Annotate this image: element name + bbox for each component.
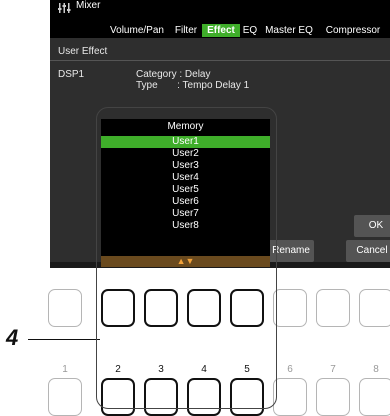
step-callout-line — [28, 339, 100, 340]
ok-button[interactable]: OK — [354, 215, 390, 237]
memory-item-user7[interactable]: User7 — [101, 208, 270, 220]
dsp-label: DSP1 — [58, 69, 85, 80]
button-number-7: 7 — [330, 364, 336, 375]
panel-button-1-lower[interactable] — [48, 378, 82, 416]
app-title: Mixer — [76, 0, 101, 11]
cancel-button[interactable]: Cancel — [346, 240, 390, 262]
panel-button-6-lower[interactable] — [273, 378, 307, 416]
memory-item-user6[interactable]: User6 — [101, 196, 270, 208]
dsp-category: Category : Delay — [136, 69, 211, 80]
divider — [50, 60, 390, 61]
memory-item-user8[interactable]: User8 — [101, 220, 270, 232]
memory-title: Memory — [167, 121, 204, 132]
memory-item-user4[interactable]: User4 — [101, 172, 270, 184]
memory-item-user5[interactable]: User5 — [101, 184, 270, 196]
memory-item-user3[interactable]: User3 — [101, 160, 270, 172]
memory-popup: Memory User1 User2 User3 User4 User5 Use… — [101, 119, 270, 267]
button-number-1: 1 — [62, 364, 68, 375]
dsp-type: Type : Tempo Delay 1 — [136, 80, 250, 91]
scroll-arrows-icon[interactable]: ▲▼ — [101, 256, 270, 267]
panel-button-8-upper[interactable] — [359, 289, 390, 327]
panel-button-7-upper[interactable] — [316, 289, 350, 327]
tab-compressor[interactable]: Compressor — [322, 24, 384, 37]
memory-item-user2[interactable]: User2 — [101, 148, 270, 160]
tab-eq[interactable]: EQ — [242, 24, 258, 37]
tab-bar: Mixer Volume/Pan Filter Effect EQ Master… — [50, 0, 390, 38]
panel-button-1-upper[interactable] — [48, 289, 82, 327]
button-number-8: 8 — [373, 364, 379, 375]
mixer-icon — [58, 3, 71, 13]
tab-effect[interactable]: Effect — [202, 24, 240, 37]
step-number: 4 — [6, 325, 19, 350]
panel-button-7-lower[interactable] — [316, 378, 350, 416]
panel-button-8-lower[interactable] — [359, 378, 390, 416]
tab-filter[interactable]: Filter — [172, 24, 200, 37]
tab-volume-pan[interactable]: Volume/Pan — [103, 24, 171, 37]
panel-button-6-upper[interactable] — [273, 289, 307, 327]
button-number-6: 6 — [287, 364, 293, 375]
section-title: User Effect — [58, 46, 108, 57]
tab-master-eq[interactable]: Master EQ — [264, 24, 314, 37]
memory-item-user1[interactable]: User1 — [101, 136, 270, 148]
